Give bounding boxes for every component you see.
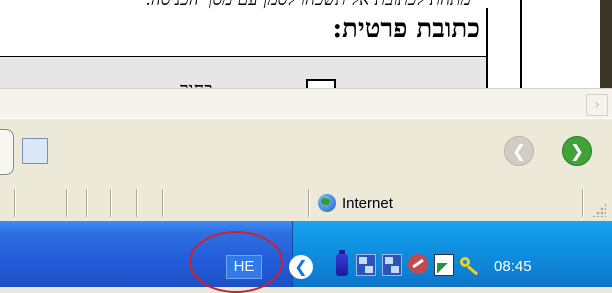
scroll-right-button[interactable]: › — [586, 94, 608, 116]
battery-icon[interactable] — [336, 250, 348, 276]
clock[interactable]: 08:45 — [494, 255, 532, 279]
globe-icon — [318, 194, 336, 212]
resize-grip-icon[interactable] — [592, 203, 606, 217]
network-icon[interactable] — [382, 254, 402, 276]
network-icon[interactable] — [356, 254, 376, 276]
zone-label: Internet — [342, 194, 393, 212]
page-side-bar — [600, 0, 612, 88]
status-bar: Internet — [0, 185, 612, 221]
form-inner-panel: בחור — [0, 56, 486, 88]
taskbar: HE ❮ 08:45 — [0, 221, 612, 293]
forward-arrow-icon: ❯ — [569, 142, 585, 162]
page-divider — [520, 0, 522, 88]
language-indicator[interactable]: HE — [226, 255, 262, 279]
security-icon[interactable] — [408, 254, 428, 274]
show-hidden-icons-chevron[interactable]: ❮ — [289, 255, 313, 279]
browser-toolbar: ❮ ❯ — [0, 118, 612, 186]
status-separator — [14, 189, 16, 217]
status-separator — [66, 189, 68, 217]
status-separator — [308, 189, 310, 217]
forward-button[interactable]: ❯ — [562, 136, 592, 166]
address-bar-edge[interactable] — [0, 129, 14, 175]
page-icon[interactable] — [22, 138, 48, 164]
back-button[interactable]: ❮ — [504, 136, 534, 166]
choose-checkbox[interactable] — [306, 79, 336, 88]
chart-icon[interactable] — [434, 254, 454, 276]
security-zone[interactable]: Internet — [318, 193, 393, 213]
back-arrow-icon: ❮ — [511, 142, 527, 162]
form-title: כתובת פרטית: — [332, 14, 480, 44]
horizontal-scrollbar[interactable]: › — [0, 88, 612, 119]
web-page-content: מתחת לכתובת אל תשכחו לסמן עם מסך הכניסה.… — [0, 0, 612, 88]
key-icon[interactable] — [460, 257, 482, 275]
status-separator — [162, 189, 164, 217]
status-separator — [582, 189, 584, 217]
status-separator — [110, 189, 112, 217]
form-box: כתובת פרטית: בחור — [0, 8, 488, 88]
status-separator — [136, 189, 138, 217]
checkbox-label: בחור — [180, 79, 213, 88]
status-separator — [86, 189, 88, 217]
